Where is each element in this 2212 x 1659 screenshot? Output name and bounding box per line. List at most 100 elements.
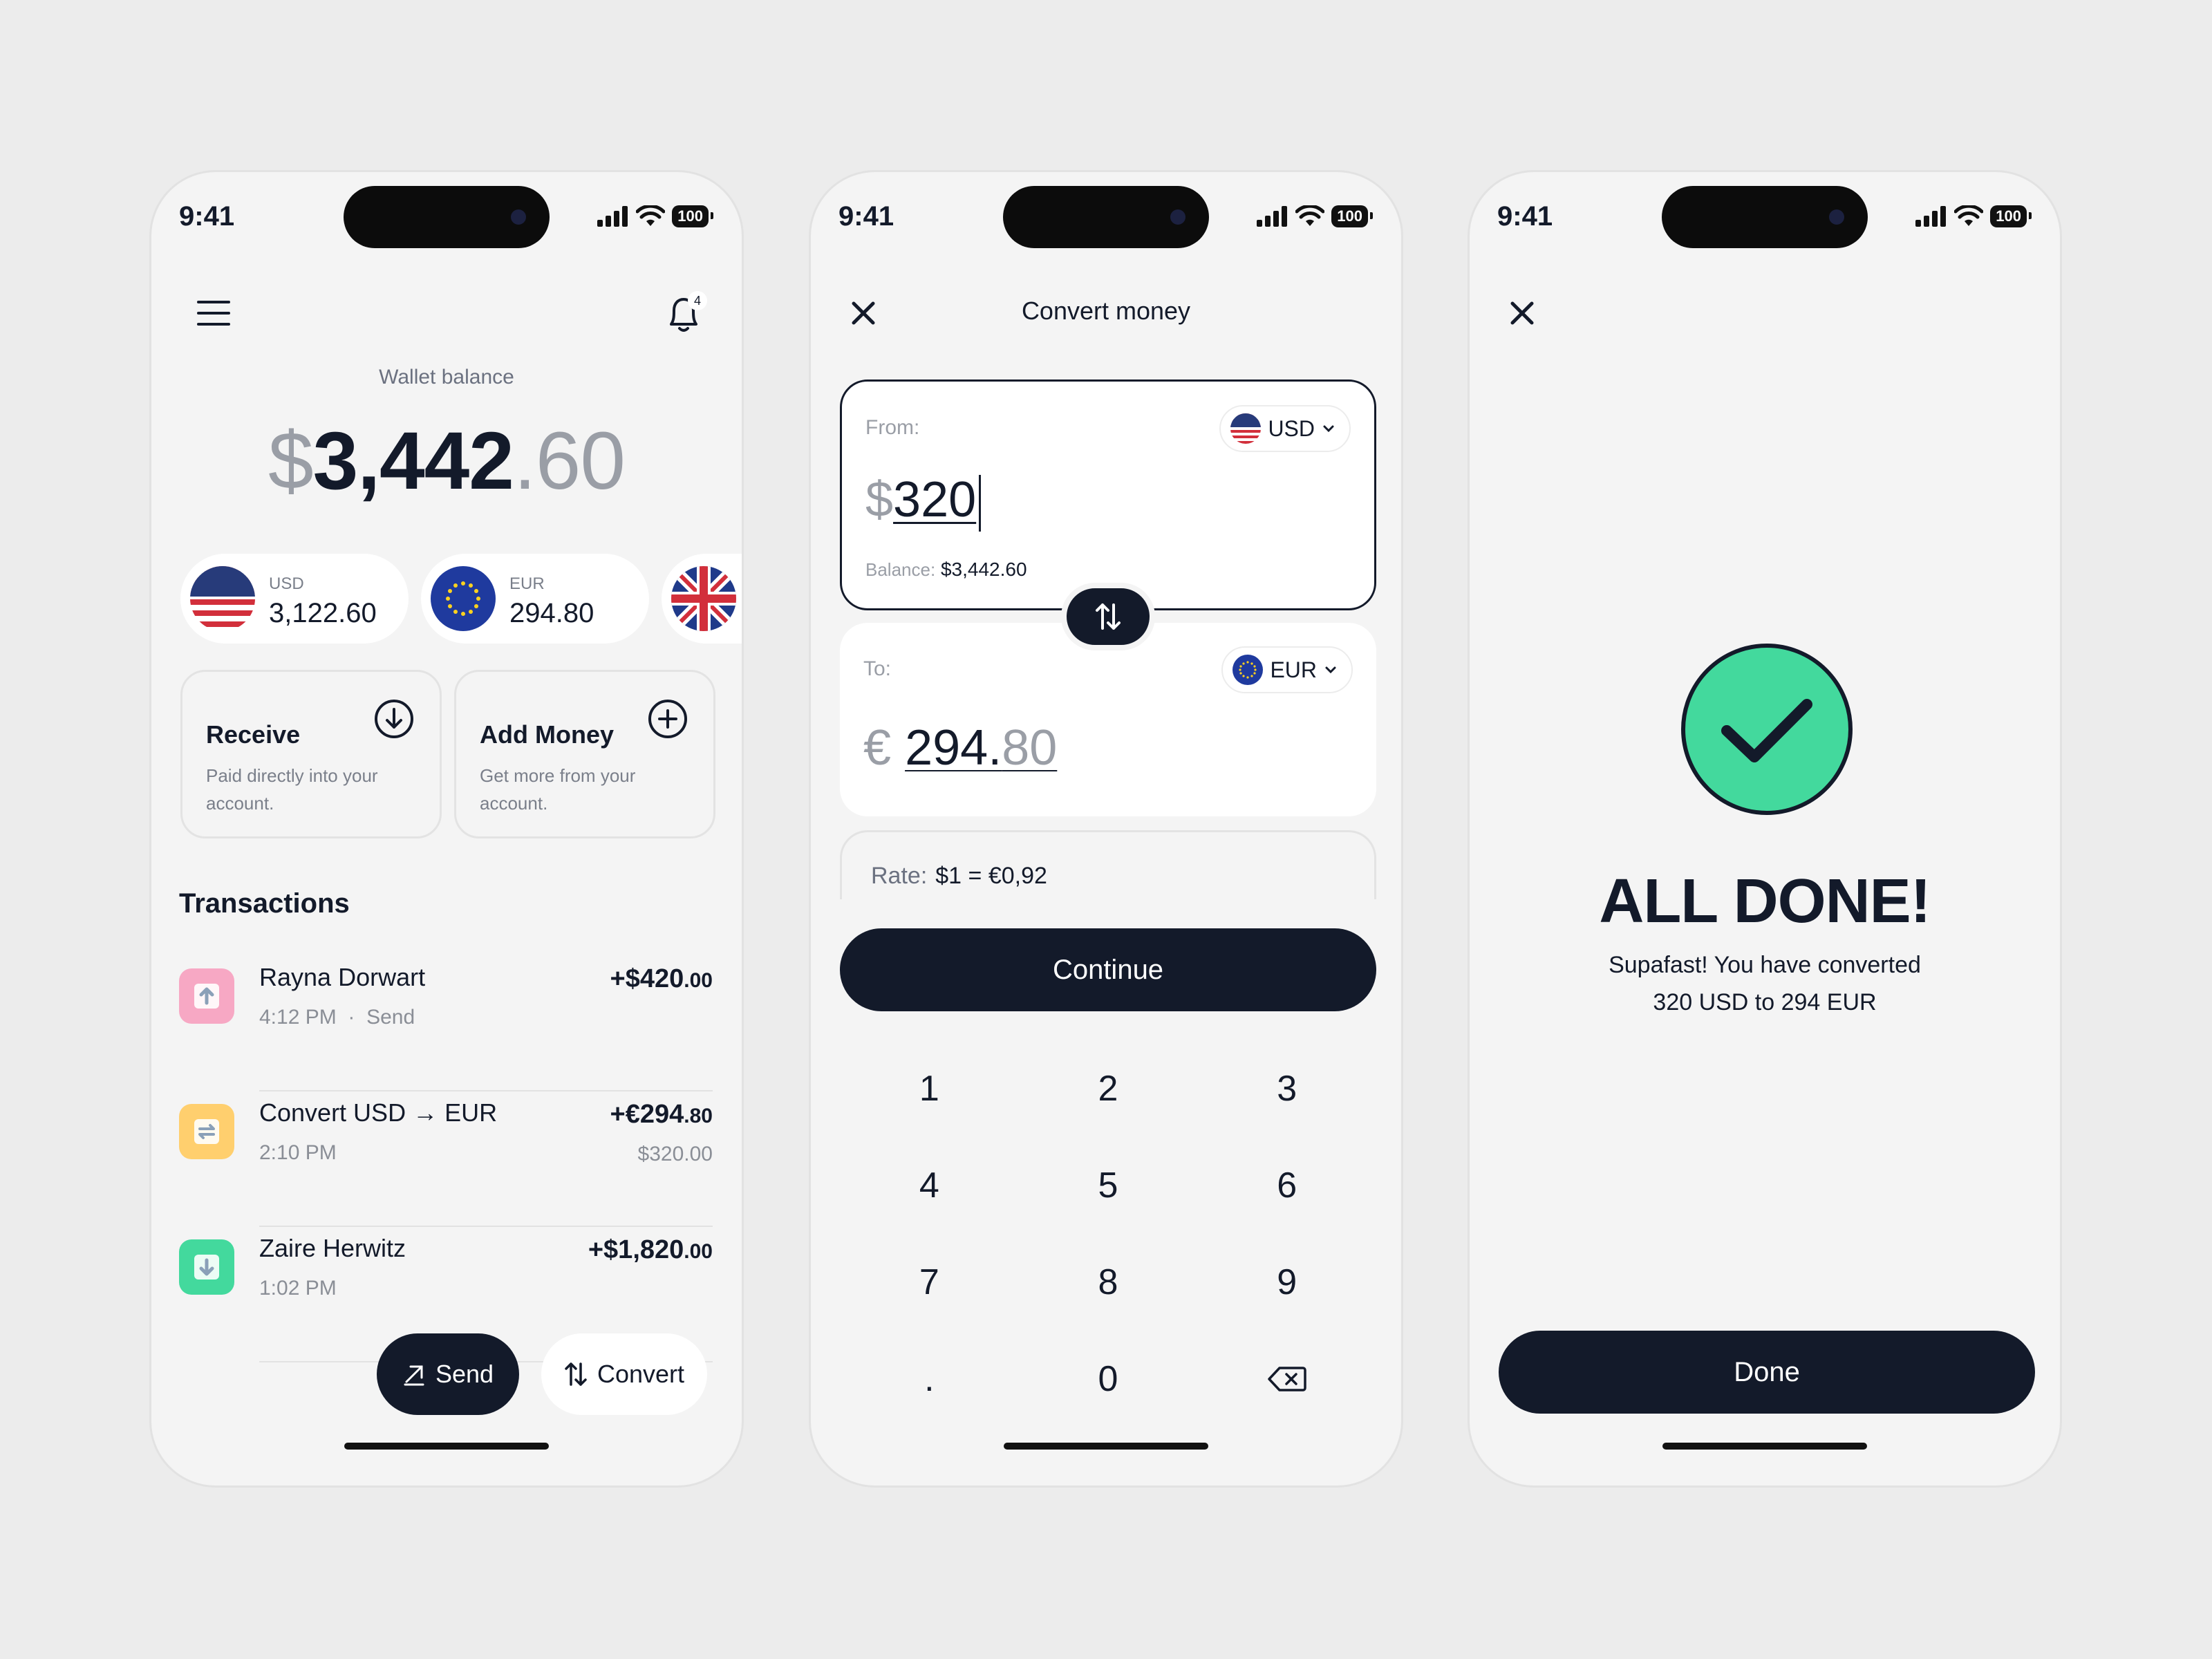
status-icons: 100: [1915, 205, 2032, 227]
chevron-down-icon: [1323, 425, 1334, 433]
transaction-amount: +€294.80: [610, 1100, 713, 1129]
home-indicator: [1662, 1443, 1867, 1450]
status-time: 9:41: [838, 201, 894, 232]
from-label: From:: [865, 416, 920, 439]
eu-flag-icon: [1232, 655, 1264, 685]
send-arrow-icon: [404, 1365, 424, 1386]
currency-code: USD: [269, 574, 304, 593]
currency-chip-eur[interactable]: EUR 294.80: [421, 554, 649, 644]
rate-card: Rate: $1 = €0,92: [840, 830, 1376, 899]
key-7[interactable]: 7: [840, 1234, 1019, 1331]
backspace-icon: [1267, 1367, 1306, 1391]
transaction-amount: +$420.00: [610, 964, 713, 993]
from-currency-code: USD: [1268, 415, 1315, 441]
key-0[interactable]: 0: [1019, 1331, 1198, 1427]
phone-convert-screen: 9:41 100 Convert money From: USD $320 Ba…: [809, 170, 1403, 1488]
key-6[interactable]: 6: [1197, 1137, 1376, 1234]
transaction-row[interactable]: Rayna Dorwart 4:12 PM · Send +$420.00: [179, 956, 713, 1091]
battery-indicator: 100: [672, 205, 713, 227]
signal-icon: [1915, 206, 1947, 227]
add-money-title: Add Money: [480, 720, 614, 749]
done-button[interactable]: Done: [1499, 1331, 2035, 1414]
transaction-meta: 4:12 PM · Send: [259, 1006, 415, 1029]
transactions-title: Transactions: [179, 888, 350, 919]
balance-decimal: .60: [513, 415, 626, 507]
from-balance: Balance: $3,442.60: [865, 559, 1027, 580]
from-amount-card[interactable]: From: USD $320 Balance: $3,442.60: [840, 379, 1376, 610]
phone-home-screen: 9:41 100 4 Wallet balance $3,442.60 USD …: [149, 170, 744, 1488]
key-5[interactable]: 5: [1019, 1137, 1198, 1234]
dynamic-island: [1662, 186, 1868, 248]
transaction-name: Convert USD → EUR: [259, 1098, 498, 1127]
transaction-name: Rayna Dorwart: [259, 963, 426, 991]
key-2[interactable]: 2: [1019, 1040, 1198, 1137]
success-line-1: Supafast! You have converted: [1609, 952, 1921, 978]
success-check-icon: [1681, 644, 1853, 815]
balance-whole: 3,442: [312, 415, 514, 507]
convert-arrows-icon: [179, 1104, 234, 1159]
success-message: Supafast! You have converted 320 USD to …: [1470, 946, 2060, 1021]
currency-chip-gbp[interactable]: [662, 554, 742, 644]
page-title: Convert money: [1021, 297, 1191, 325]
battery-indicator: 100: [1331, 205, 1373, 227]
send-label: Send: [435, 1360, 494, 1388]
key-4[interactable]: 4: [840, 1137, 1019, 1234]
to-currency-select[interactable]: EUR: [1221, 646, 1353, 693]
add-money-desc: Get more from your account.: [480, 765, 636, 814]
receive-desc: Paid directly into your account.: [206, 765, 378, 814]
status-time: 9:41: [1497, 201, 1553, 232]
us-flag-icon: [190, 566, 255, 631]
exchange-rate: Rate: $1 = €0,92: [871, 863, 1047, 889]
currency-chip-usd[interactable]: USD 3,122.60: [180, 554, 409, 644]
from-currency-select[interactable]: USD: [1219, 405, 1351, 452]
key-decimal[interactable]: .: [840, 1331, 1019, 1427]
send-button[interactable]: Send: [377, 1333, 519, 1415]
numeric-keypad: 1 2 3 4 5 6 7 8 9 . 0: [840, 1040, 1376, 1427]
camera-dot: [511, 209, 526, 225]
camera-dot: [1829, 209, 1844, 225]
continue-button[interactable]: Continue: [840, 928, 1376, 1011]
transaction-row[interactable]: Convert USD → EUR 2:10 PM +€294.80 $320.…: [179, 1091, 713, 1227]
swap-arrows-icon: [1096, 603, 1121, 630]
convert-label: Convert: [597, 1360, 685, 1388]
text-caret: [979, 474, 982, 532]
to-currency-code: EUR: [1270, 657, 1317, 682]
key-3[interactable]: 3: [1197, 1040, 1376, 1137]
to-amount-card[interactable]: To: EUR € 294.80: [840, 623, 1376, 816]
send-arrow-icon: [179, 968, 234, 1024]
transaction-original-amount: $320.00: [637, 1143, 713, 1165]
us-flag-icon: [1230, 413, 1262, 444]
key-8[interactable]: 8: [1019, 1234, 1198, 1331]
signal-icon: [597, 206, 628, 227]
swap-currencies-button[interactable]: [1061, 583, 1155, 650]
backspace-key[interactable]: [1197, 1331, 1376, 1427]
key-9[interactable]: 9: [1197, 1234, 1376, 1331]
wifi-icon: [1295, 205, 1325, 226]
transaction-amount: +$1,820.00: [588, 1235, 713, 1264]
transaction-type: Send: [366, 1006, 415, 1029]
convert-button[interactable]: Convert: [541, 1333, 707, 1415]
notification-badge: 4: [688, 291, 707, 310]
currency-amount: 3,122.60: [269, 598, 377, 628]
wifi-icon: [1954, 205, 1984, 226]
success-line-2: 320 USD to 294 EUR: [1653, 989, 1877, 1015]
transaction-time: 4:12 PM: [259, 1006, 337, 1029]
wifi-icon: [636, 205, 666, 226]
close-icon[interactable]: [1506, 297, 1539, 330]
menu-icon[interactable]: [197, 301, 230, 326]
transaction-time: 2:10 PM: [259, 1141, 337, 1164]
from-amount-input[interactable]: $320: [865, 471, 982, 532]
currency-code: EUR: [509, 574, 545, 593]
add-money-card[interactable]: Add Money Get more from your account.: [454, 670, 715, 838]
success-title: ALL DONE!: [1599, 867, 1931, 936]
phone-success-screen: 9:41 100 ALL DONE! Supafast! You have co…: [1468, 170, 2062, 1488]
arrow-down-circle-icon: [375, 700, 413, 738]
chevron-down-icon: [1325, 666, 1336, 674]
dynamic-island: [344, 186, 550, 248]
key-1[interactable]: 1: [840, 1040, 1019, 1137]
to-amount-value: € 294.80: [863, 720, 1058, 776]
home-indicator: [344, 1443, 549, 1450]
receive-card[interactable]: Receive Paid directly into your account.: [180, 670, 442, 838]
currency-amount: 294.80: [509, 598, 594, 628]
home-indicator: [1004, 1443, 1208, 1450]
